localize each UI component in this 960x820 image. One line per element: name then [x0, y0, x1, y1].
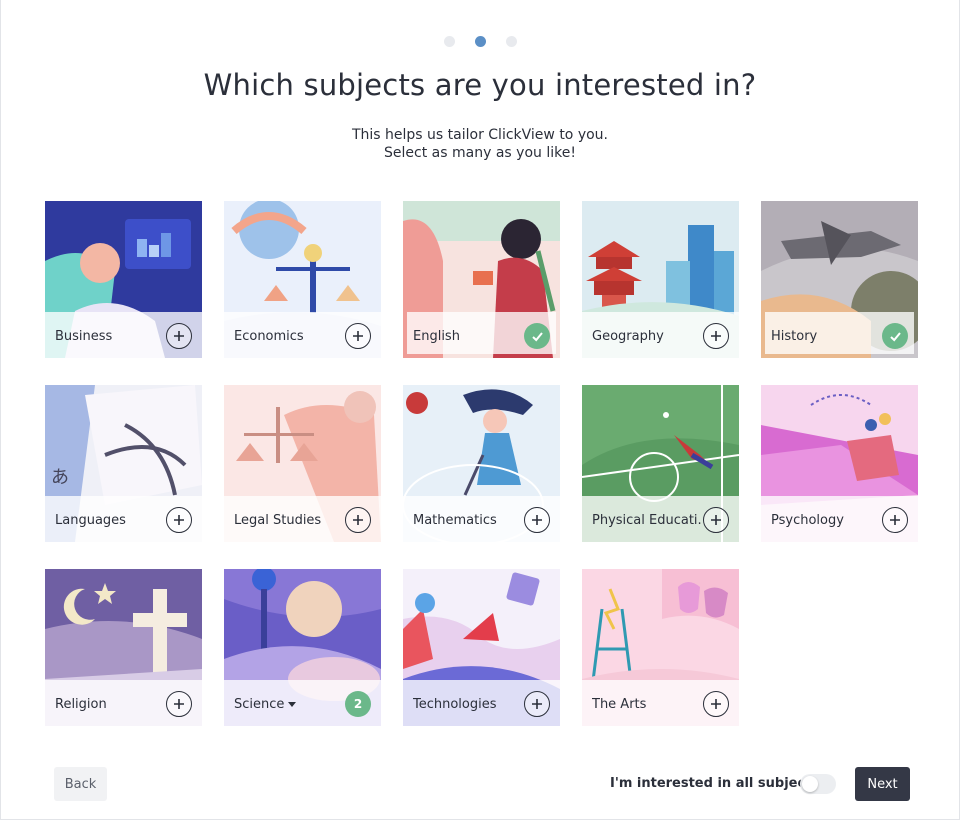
plus-circle-icon[interactable]	[703, 507, 729, 533]
subject-tile-geography[interactable]: Geography	[582, 201, 739, 358]
subject-label[interactable]: Science	[234, 697, 297, 712]
subject-tile-physical-education[interactable]: Physical Educati...	[582, 385, 739, 542]
plus-circle-icon[interactable]	[166, 691, 192, 717]
plus-circle-icon[interactable]	[882, 507, 908, 533]
subject-label-text: Science	[234, 697, 285, 712]
caret-down-icon[interactable]	[288, 702, 297, 707]
plus-circle-icon[interactable]	[345, 323, 371, 349]
all-subjects-toggle[interactable]	[800, 774, 836, 794]
subject-label: Mathematics	[413, 513, 497, 528]
step-dot-3	[505, 36, 517, 47]
subject-label: Technologies	[413, 697, 497, 712]
selection-count-badge[interactable]: 2	[345, 691, 371, 717]
subject-tile-psychology[interactable]: Psychology	[761, 385, 918, 542]
step-dot-1	[443, 36, 455, 47]
subject-tile-business[interactable]: Business	[45, 201, 202, 358]
subject-label: Business	[55, 329, 113, 344]
subtitle-line-2: Select as many as you like!	[384, 145, 576, 161]
subject-label: English	[413, 329, 460, 344]
toggle-knob	[802, 776, 818, 792]
page-title: Which subjects are you interested in?	[203, 68, 757, 102]
plus-circle-icon[interactable]	[345, 507, 371, 533]
subject-label: Religion	[55, 697, 107, 712]
subject-tile-religion[interactable]: Religion	[45, 569, 202, 726]
subject-tile-legal-studies[interactable]: Legal Studies	[224, 385, 381, 542]
plus-circle-icon[interactable]	[166, 507, 192, 533]
subject-label: Languages	[55, 513, 126, 528]
subject-label: The Arts	[592, 697, 647, 712]
subject-tile-economics[interactable]: Economics	[224, 201, 381, 358]
check-circle-icon[interactable]	[882, 323, 908, 349]
subject-label: Geography	[592, 329, 664, 344]
subject-tile-languages[interactable]: あ Languages	[45, 385, 202, 542]
subject-label: Economics	[234, 329, 304, 344]
subject-tile-history[interactable]: History	[761, 201, 918, 358]
subject-label: Legal Studies	[234, 513, 322, 528]
next-button[interactable]: Next	[855, 767, 910, 801]
subject-tile-mathematics[interactable]: Mathematics	[403, 385, 560, 542]
subject-label: Physical Educati...	[592, 513, 702, 528]
plus-circle-icon[interactable]	[703, 691, 729, 717]
subject-tile-english[interactable]: English	[403, 201, 560, 358]
all-subjects-label: I'm interested in all subjects	[610, 776, 820, 791]
plus-circle-icon[interactable]	[166, 323, 192, 349]
step-dot-2	[474, 36, 486, 47]
plus-circle-icon[interactable]	[524, 691, 550, 717]
subject-label: History	[771, 329, 818, 344]
page-subtitle: This helps us tailor ClickView to you. S…	[0, 126, 960, 162]
subject-tile-the-arts[interactable]: The Arts	[582, 569, 739, 726]
plus-circle-icon[interactable]	[703, 323, 729, 349]
subject-label: Psychology	[771, 513, 844, 528]
check-circle-icon[interactable]	[524, 323, 550, 349]
plus-circle-icon[interactable]	[524, 507, 550, 533]
back-button[interactable]: Back	[54, 767, 107, 801]
subtitle-line-1: This helps us tailor ClickView to you.	[351, 127, 608, 143]
svg-text:あ: あ	[51, 467, 69, 488]
subject-tile-technologies[interactable]: Technologies	[403, 569, 560, 726]
subject-tile-science[interactable]: Science 2	[224, 569, 381, 726]
step-indicator	[0, 36, 960, 47]
